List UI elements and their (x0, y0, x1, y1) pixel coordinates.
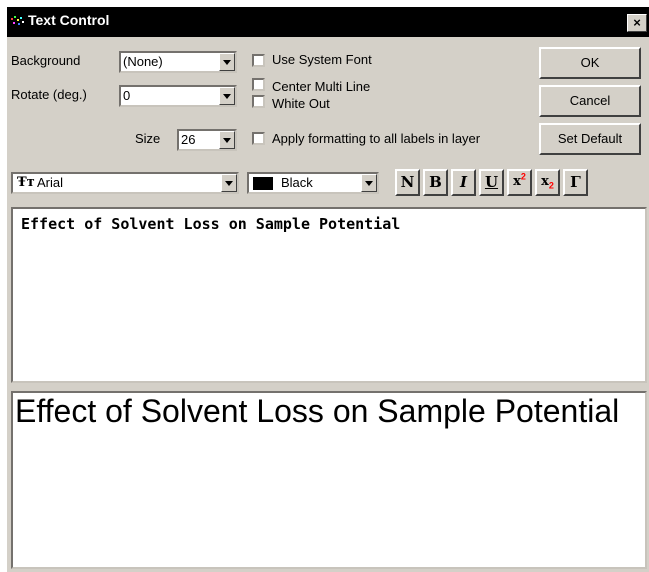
color-swatch (253, 177, 273, 190)
color-value: Black (281, 175, 313, 190)
ok-button[interactable]: OK (539, 47, 641, 79)
title-bar[interactable]: Text Control × (7, 7, 649, 37)
bold-icon: B (429, 173, 442, 191)
app-icon (11, 16, 24, 25)
bold-button[interactable]: B (423, 169, 448, 196)
center-multi-line-checkbox[interactable] (252, 78, 265, 91)
editor-text[interactable]: Effect of Solvent Loss on Sample Potenti… (21, 215, 400, 233)
italic-button[interactable]: I (451, 169, 476, 196)
superscript-digit: 2 (520, 171, 526, 182)
font-value: Arial (37, 175, 64, 190)
white-out-checkbox[interactable] (252, 95, 265, 108)
subscript-button[interactable]: x2 (535, 169, 560, 196)
white-out-label: White Out (272, 96, 330, 111)
close-icon: × (633, 15, 641, 30)
rotate-label: Rotate (deg.) (11, 87, 87, 102)
size-select[interactable]: 26 (177, 129, 237, 151)
size-value: 26 (181, 132, 196, 147)
use-system-font-checkbox[interactable] (252, 54, 265, 67)
background-select[interactable]: (None) (119, 51, 237, 73)
rotate-select[interactable]: 0 (119, 85, 237, 107)
size-label: Size (135, 131, 161, 146)
window-title: Text Control (28, 12, 110, 28)
normal-icon: N (400, 173, 415, 191)
set-default-button[interactable]: Set Default (539, 123, 641, 155)
normal-button[interactable]: N (395, 169, 420, 196)
chevron-down-icon[interactable] (219, 53, 235, 71)
text-preview: Effect of Solvent Loss on Sample Potenti… (11, 391, 647, 569)
close-button[interactable]: × (627, 14, 647, 32)
chevron-down-icon[interactable] (361, 174, 377, 192)
cancel-button[interactable]: Cancel (539, 85, 641, 117)
chevron-down-icon[interactable] (221, 174, 237, 192)
subscript-icon: x (541, 174, 549, 189)
color-select[interactable]: Black (247, 172, 379, 194)
chevron-down-icon[interactable] (219, 87, 235, 105)
subscript-digit: 2 (548, 180, 554, 191)
apply-formatting-label: Apply formatting to all labels in layer (272, 131, 481, 146)
truetype-icon: Ŧт (17, 175, 35, 190)
underline-icon: U (484, 173, 499, 191)
rotate-value: 0 (123, 88, 131, 103)
background-value: (None) (123, 54, 163, 69)
underline-button[interactable]: U (479, 169, 504, 196)
greek-gamma-icon: Γ (570, 173, 581, 191)
font-select[interactable]: Ŧт Arial (11, 172, 239, 194)
superscript-icon: x (513, 174, 521, 189)
greek-button[interactable]: Γ (563, 169, 588, 196)
background-label: Background (11, 53, 81, 68)
preview-text: Effect of Solvent Loss on Sample Potenti… (15, 393, 620, 429)
text-editor[interactable]: Effect of Solvent Loss on Sample Potenti… (11, 207, 647, 383)
use-system-font-label: Use System Font (272, 52, 372, 67)
text-control-dialog: Text Control × Background (None) Rotate … (7, 7, 649, 572)
chevron-down-icon[interactable] (219, 131, 235, 149)
apply-formatting-checkbox[interactable] (252, 132, 265, 145)
italic-icon: I (459, 173, 468, 191)
superscript-button[interactable]: x2 (507, 169, 532, 196)
center-multi-line-label: Center Multi Line (272, 79, 371, 94)
